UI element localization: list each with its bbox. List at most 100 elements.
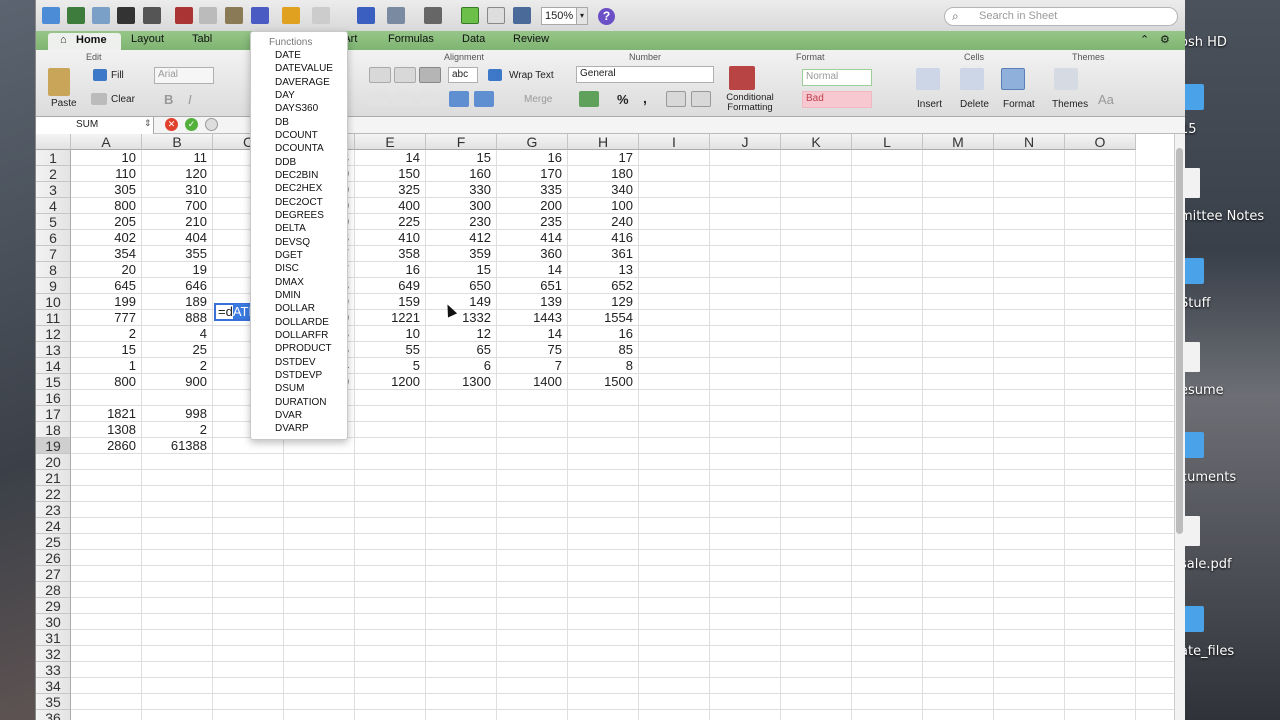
- row-header-6[interactable]: 6: [36, 230, 71, 246]
- function-item-dollarde[interactable]: DOLLARDE: [275, 316, 333, 329]
- zoom-dropdown-icon[interactable]: ▾: [576, 7, 588, 25]
- function-item-daverage[interactable]: DAVERAGE: [275, 76, 333, 89]
- cancel-formula-icon[interactable]: ✕: [165, 118, 178, 131]
- wrap-text-icon[interactable]: [488, 69, 502, 81]
- search-sheet-input[interactable]: Search in Sheet: [944, 7, 1178, 26]
- accept-formula-icon[interactable]: ✓: [185, 118, 198, 131]
- cell-f12[interactable]: 12: [426, 326, 497, 342]
- select-all-corner[interactable]: [36, 134, 71, 150]
- cell-e3[interactable]: 325: [355, 182, 426, 198]
- currency-icon[interactable]: [579, 91, 599, 107]
- row-header-22[interactable]: 22: [36, 486, 71, 502]
- row-header-15[interactable]: 15: [36, 374, 71, 390]
- cell-f14[interactable]: 6: [426, 358, 497, 374]
- cell-g12[interactable]: 14: [497, 326, 568, 342]
- row-header-27[interactable]: 27: [36, 566, 71, 582]
- row-header-14[interactable]: 14: [36, 358, 71, 374]
- column-header-n[interactable]: N: [994, 134, 1065, 150]
- cell-b13[interactable]: 25: [142, 342, 213, 358]
- insert-button[interactable]: Insert: [917, 99, 942, 110]
- row-header-33[interactable]: 33: [36, 662, 71, 678]
- paste-clipboard-icon[interactable]: [48, 68, 70, 96]
- function-item-dproduct[interactable]: DPRODUCT: [275, 342, 333, 355]
- collapse-ribbon-icon[interactable]: ⌃: [1140, 33, 1149, 46]
- function-item-degrees[interactable]: DEGREES: [275, 209, 333, 222]
- cell-f4[interactable]: 300: [426, 198, 497, 214]
- folder-icon[interactable]: [1184, 606, 1204, 632]
- function-item-date[interactable]: DATE: [275, 49, 333, 62]
- number-format-select[interactable]: General: [576, 66, 714, 83]
- cell-b3[interactable]: 310: [142, 182, 213, 198]
- new-sheet-icon[interactable]: [42, 7, 60, 24]
- cell-h7[interactable]: 361: [568, 246, 639, 262]
- cell-a12[interactable]: 2: [71, 326, 142, 342]
- column-header-g[interactable]: G: [497, 134, 568, 150]
- name-box-stepper-icon[interactable]: ⇕: [144, 118, 152, 129]
- row-header-4[interactable]: 4: [36, 198, 71, 214]
- spreadsheet-grid[interactable]: ABCDEFGHIJKLMNO1234567891011121314151617…: [36, 134, 1174, 720]
- increase-indent-icon[interactable]: [474, 91, 494, 107]
- cell-e7[interactable]: 358: [355, 246, 426, 262]
- row-header-12[interactable]: 12: [36, 326, 71, 342]
- save-icon[interactable]: [117, 7, 135, 24]
- function-item-dmin[interactable]: DMIN: [275, 289, 333, 302]
- function-item-dollarfr[interactable]: DOLLARFR: [275, 329, 333, 342]
- comma-button[interactable]: ,: [643, 90, 647, 106]
- cell-h2[interactable]: 180: [568, 166, 639, 182]
- undo-icon[interactable]: [282, 7, 300, 24]
- document-icon[interactable]: [1184, 516, 1200, 546]
- cell-a18[interactable]: 1308: [71, 422, 142, 438]
- cell-g7[interactable]: 360: [497, 246, 568, 262]
- cell-g4[interactable]: 200: [497, 198, 568, 214]
- cell-f5[interactable]: 230: [426, 214, 497, 230]
- gear-icon[interactable]: ⚙: [1160, 33, 1170, 46]
- insert-function-icon[interactable]: [205, 118, 218, 131]
- row-header-20[interactable]: 20: [36, 454, 71, 470]
- function-item-ddb[interactable]: DDB: [275, 156, 333, 169]
- function-item-dvar[interactable]: DVAR: [275, 409, 333, 422]
- cell-e4[interactable]: 400: [355, 198, 426, 214]
- cell-e10[interactable]: 159: [355, 294, 426, 310]
- themes-button[interactable]: Themes: [1052, 99, 1088, 110]
- align-top-icon[interactable]: [369, 67, 391, 83]
- column-header-i[interactable]: I: [639, 134, 710, 150]
- cell-f6[interactable]: 412: [426, 230, 497, 246]
- cell-b11[interactable]: 888: [142, 310, 213, 326]
- cell-g10[interactable]: 139: [497, 294, 568, 310]
- column-header-h[interactable]: H: [568, 134, 639, 150]
- cell-h6[interactable]: 416: [568, 230, 639, 246]
- name-box[interactable]: SUM: [36, 117, 154, 134]
- gallery-icon[interactable]: [487, 7, 505, 24]
- function-item-dget[interactable]: DGET: [275, 249, 333, 262]
- merge-button[interactable]: Merge: [524, 94, 552, 105]
- cell-e1[interactable]: 14: [355, 150, 426, 166]
- tab-review[interactable]: Review: [513, 33, 549, 45]
- row-header-16[interactable]: 16: [36, 390, 71, 406]
- cell-a11[interactable]: 777: [71, 310, 142, 326]
- cell-f2[interactable]: 160: [426, 166, 497, 182]
- cell-e6[interactable]: 410: [355, 230, 426, 246]
- cell-b17[interactable]: 998: [142, 406, 213, 422]
- delete-cells-icon[interactable]: [960, 68, 984, 90]
- cell-e8[interactable]: 16: [355, 262, 426, 278]
- style-bad[interactable]: Bad: [802, 91, 872, 108]
- cell-g15[interactable]: 1400: [497, 374, 568, 390]
- tab-tables[interactable]: Tabl: [192, 33, 212, 45]
- tab-data[interactable]: Data: [462, 33, 485, 45]
- align-middle-icon[interactable]: [394, 67, 416, 83]
- align-left-icon[interactable]: [369, 92, 389, 106]
- row-header-2[interactable]: 2: [36, 166, 71, 182]
- row-header-26[interactable]: 26: [36, 550, 71, 566]
- cell-f9[interactable]: 650: [426, 278, 497, 294]
- redo-icon[interactable]: [312, 7, 330, 24]
- desktop-label-pdf[interactable]: sale.pdf: [1180, 557, 1232, 572]
- cell-a2[interactable]: 110: [71, 166, 142, 182]
- row-header-35[interactable]: 35: [36, 694, 71, 710]
- conditional-formatting-icon[interactable]: [729, 66, 755, 90]
- desktop-label-files[interactable]: ate_files: [1180, 644, 1234, 659]
- column-header-k[interactable]: K: [781, 134, 852, 150]
- paste-icon[interactable]: [225, 7, 243, 24]
- cell-f3[interactable]: 330: [426, 182, 497, 198]
- align-bottom-icon[interactable]: [419, 67, 441, 83]
- print-icon[interactable]: [143, 7, 161, 24]
